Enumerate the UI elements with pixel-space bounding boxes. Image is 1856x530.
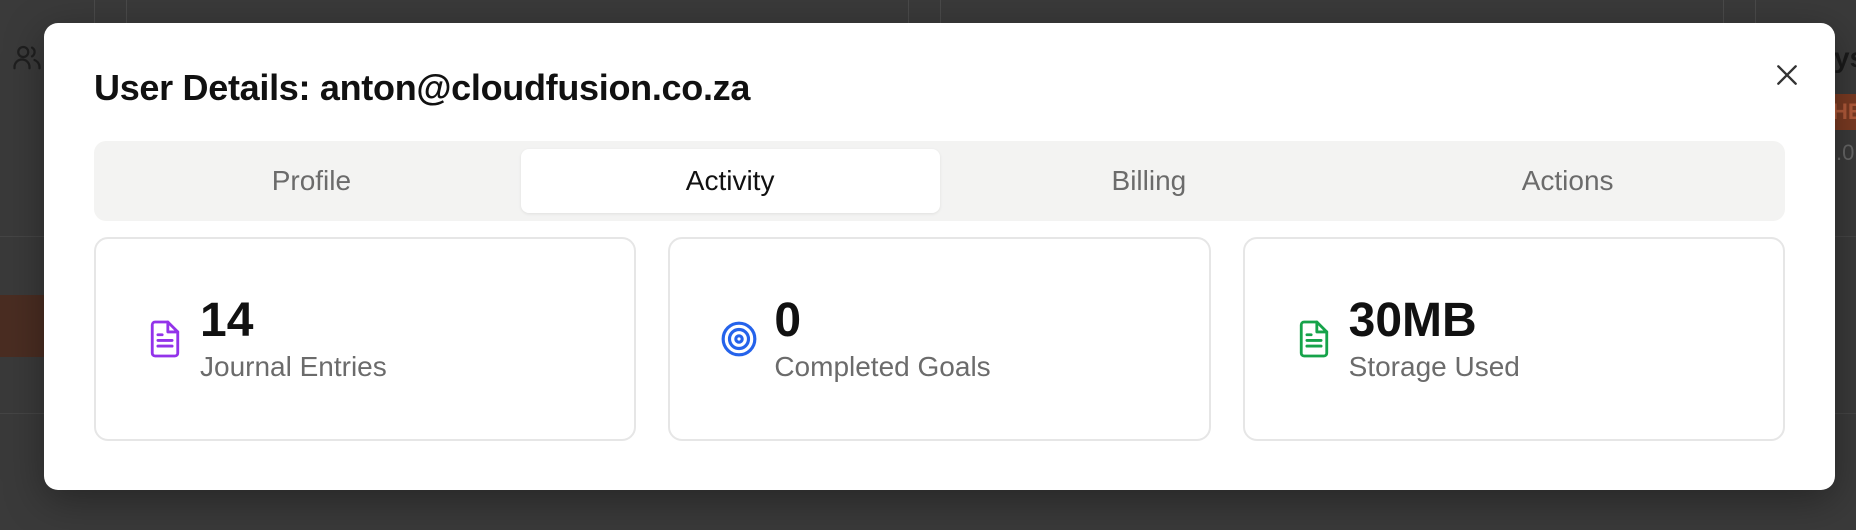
completed-goals-label: Completed Goals bbox=[774, 351, 991, 382]
file-text-icon bbox=[146, 318, 184, 360]
stat-card-completed-goals: 0 Completed Goals bbox=[668, 237, 1211, 441]
completed-goals-count: 0 bbox=[774, 294, 802, 347]
tab-list: Profile Activity Billing Actions bbox=[94, 141, 1785, 221]
close-icon bbox=[1774, 62, 1800, 93]
tab-billing[interactable]: Billing bbox=[940, 149, 1359, 213]
user-details-modal: User Details: anton@cloudfusion.co.za Pr… bbox=[44, 23, 1835, 490]
background-heading: ys bbox=[1834, 42, 1856, 73]
background-badge: HE bbox=[1832, 94, 1856, 130]
background-highlight-row bbox=[0, 295, 44, 357]
target-icon bbox=[720, 318, 758, 360]
users-icon bbox=[12, 42, 42, 72]
storage-used-label: Storage Used bbox=[1348, 351, 1520, 382]
journal-entries-count: 14 bbox=[200, 294, 254, 347]
journal-entries-label: Journal Entries bbox=[200, 351, 387, 382]
tab-activity[interactable]: Activity bbox=[520, 149, 940, 213]
stat-card-storage-used: 30MB Storage Used bbox=[1242, 237, 1785, 441]
stat-card-journal-entries: 14 Journal Entries bbox=[94, 237, 637, 441]
tab-actions[interactable]: Actions bbox=[1358, 149, 1777, 213]
modal-title: User Details: anton@cloudfusion.co.za bbox=[94, 67, 751, 108]
background-subtext: .0 bbox=[1836, 140, 1855, 165]
close-button[interactable] bbox=[1769, 59, 1805, 95]
storage-used-value: 30MB bbox=[1348, 294, 1477, 347]
tab-profile[interactable]: Profile bbox=[102, 149, 521, 213]
stats-cards: 14 Journal Entries 0 Completed Goals 30M… bbox=[94, 237, 1785, 441]
file-text-icon bbox=[1295, 318, 1333, 360]
